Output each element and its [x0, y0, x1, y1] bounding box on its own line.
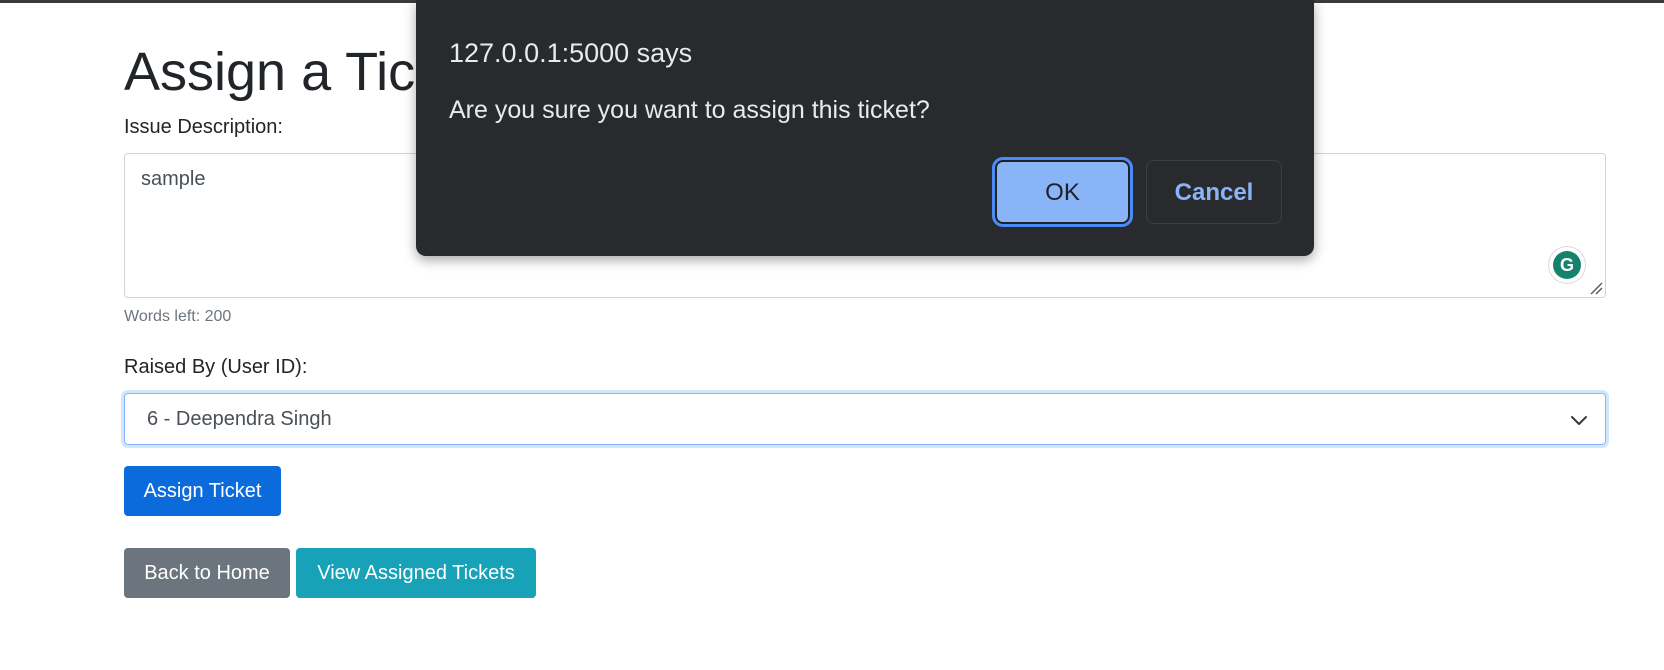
dialog-message: Are you sure you want to assign this tic… — [449, 96, 930, 124]
dialog-cancel-button[interactable]: Cancel — [1146, 160, 1282, 224]
words-left-counter: Words left: 200 — [124, 308, 232, 325]
dialog-title: 127.0.0.1:5000 says — [449, 38, 693, 68]
assign-ticket-button[interactable]: Assign Ticket — [124, 466, 281, 516]
issue-description-value: sample — [141, 168, 206, 190]
raised-by-label: Raised By (User ID): — [124, 356, 308, 378]
resize-handle-icon[interactable] — [1589, 281, 1603, 295]
raised-by-selected-value: 6 - Deependra Singh — [147, 408, 332, 430]
raised-by-select[interactable]: 6 - Deependra Singh — [124, 393, 1606, 445]
back-to-home-button[interactable]: Back to Home — [124, 548, 290, 598]
confirm-dialog: 127.0.0.1:5000 says Are you sure you wan… — [416, 0, 1314, 256]
view-assigned-tickets-button[interactable]: View Assigned Tickets — [296, 548, 536, 598]
grammarly-logo: G — [1553, 251, 1581, 279]
issue-description-label: Issue Description: — [124, 116, 283, 138]
dialog-ok-button[interactable]: OK — [992, 157, 1133, 227]
chevron-down-icon — [1571, 416, 1587, 425]
grammarly-icon[interactable]: G — [1549, 247, 1585, 283]
